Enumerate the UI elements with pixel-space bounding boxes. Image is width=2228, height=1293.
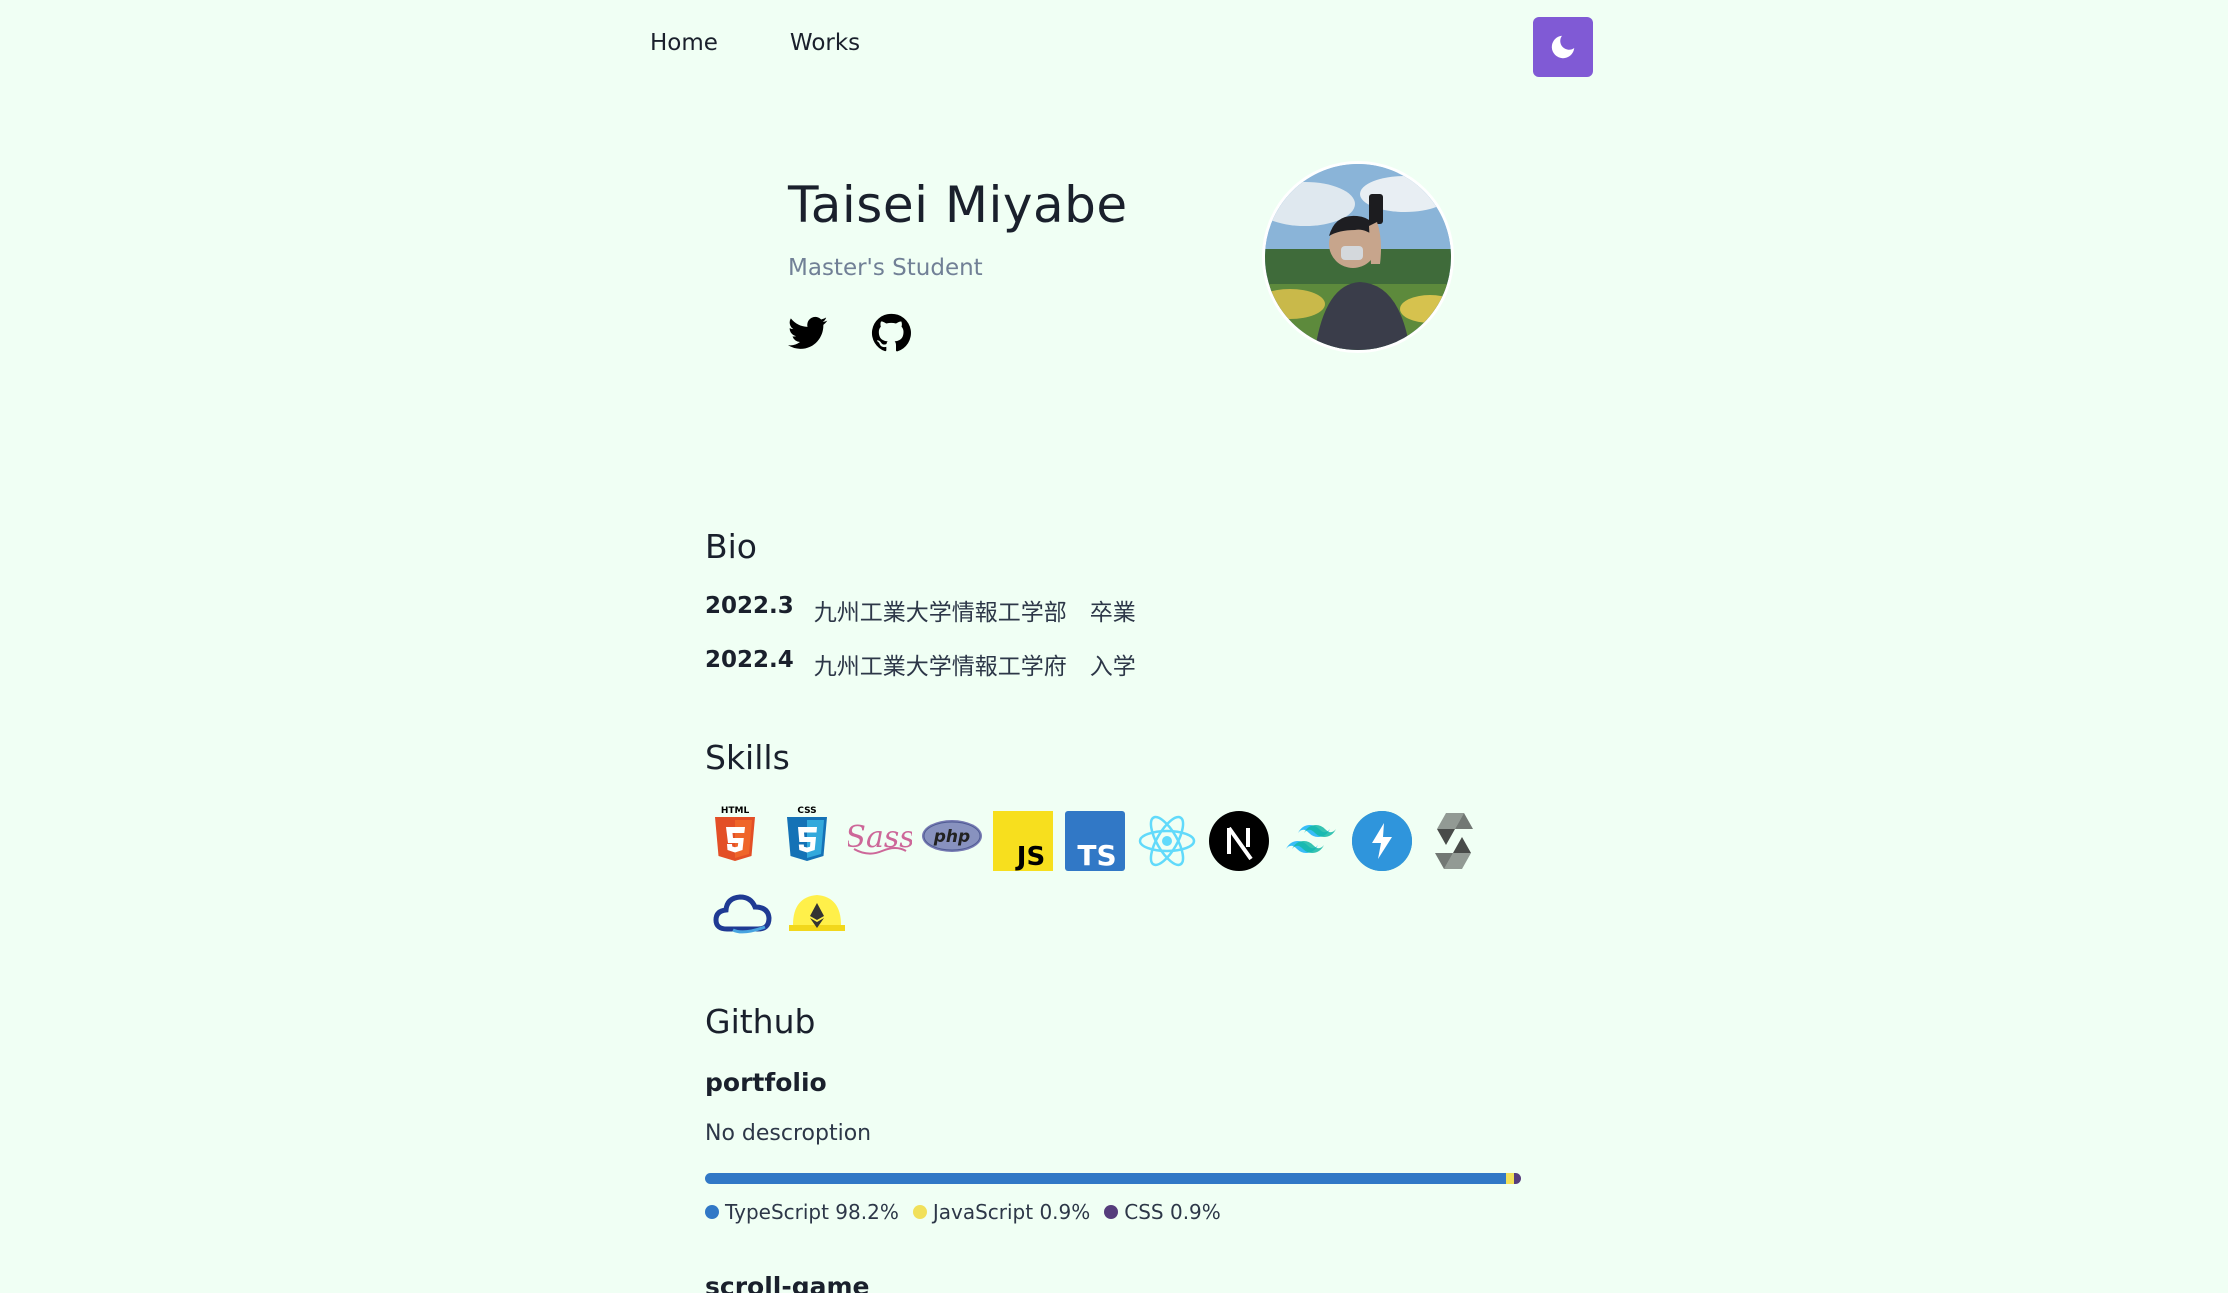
sass-icon: Sass bbox=[848, 820, 912, 855]
language-color-dot bbox=[912, 1205, 927, 1219]
language-color-dot bbox=[705, 1205, 719, 1219]
language-bar-segment bbox=[705, 1173, 1507, 1184]
chakra-icon bbox=[1352, 811, 1412, 871]
twitter-icon bbox=[788, 316, 828, 349]
language-legend-item: CSS 0.9% bbox=[1104, 1200, 1221, 1224]
language-bar bbox=[705, 1173, 1521, 1184]
repo-description: No descroption bbox=[705, 1121, 872, 1146]
css-label: CSS bbox=[797, 806, 816, 816]
profile-name: Taisei Miyabe bbox=[788, 176, 1128, 234]
social-links bbox=[788, 313, 911, 353]
profile-role: Master's Student bbox=[788, 255, 983, 281]
javascript-icon: JS bbox=[993, 811, 1053, 871]
bio-entry: 2022.3 九州工業大学情報工学部 卒業 bbox=[705, 593, 1136, 627]
page: Home Works Taisei Miyabe Master's Studen… bbox=[0, 0, 2228, 1293]
top-nav: Home Works bbox=[650, 30, 860, 56]
nav-works-link[interactable]: Works bbox=[790, 30, 860, 56]
nav-home-link[interactable]: Home bbox=[650, 30, 718, 56]
ts-label: TS bbox=[1077, 839, 1116, 871]
js-label: JS bbox=[1015, 842, 1045, 871]
bio-heading: Bio bbox=[705, 527, 757, 566]
github-icon bbox=[871, 313, 911, 352]
bio-text: 九州工業大学情報工学部 卒業 bbox=[813, 600, 1136, 626]
bio-text: 九州工業大学情報工学府 入学 bbox=[813, 654, 1136, 680]
cloud-icon bbox=[713, 894, 772, 934]
bio-entry: 2022.4 九州工業大学情報工学府 入学 bbox=[705, 647, 1136, 681]
language-bar-segment bbox=[1506, 1173, 1514, 1184]
html-label: HTML bbox=[721, 806, 750, 816]
react-icon bbox=[1138, 815, 1196, 867]
language-label: CSS 0.9% bbox=[1124, 1200, 1221, 1224]
language-color-dot bbox=[1104, 1205, 1119, 1219]
typescript-icon: TS bbox=[1065, 811, 1125, 871]
github-link[interactable] bbox=[871, 313, 911, 353]
css3-icon: CSS bbox=[787, 806, 827, 861]
hardhat-icon bbox=[789, 895, 845, 931]
repo-name[interactable]: portfolio bbox=[705, 1068, 827, 1097]
html5-icon: HTML bbox=[715, 806, 755, 861]
language-bar-segment bbox=[1513, 1173, 1521, 1184]
language-legend-item: TypeScript 98.2% bbox=[705, 1200, 899, 1224]
php-label: php bbox=[933, 827, 970, 847]
language-label: JavaScript 0.9% bbox=[932, 1200, 1091, 1224]
language-legend-item: JavaScript 0.9% bbox=[912, 1200, 1091, 1224]
tailwind-icon bbox=[1286, 825, 1336, 853]
solidity-icon bbox=[1435, 813, 1473, 869]
bio-year: 2022.4 bbox=[705, 647, 794, 673]
language-label: TypeScript 98.2% bbox=[725, 1200, 899, 1224]
nextjs-icon bbox=[1209, 811, 1269, 871]
language-legend: TypeScript 98.2% JavaScript 0.9% CSS 0.9% bbox=[705, 1200, 1221, 1224]
php-icon: php bbox=[922, 820, 982, 852]
avatar-photo bbox=[1265, 164, 1451, 350]
skills-heading: Skills bbox=[705, 738, 790, 777]
github-heading: Github bbox=[705, 1002, 816, 1041]
avatar bbox=[1262, 161, 1454, 353]
twitter-link[interactable] bbox=[788, 313, 828, 353]
bio-year: 2022.3 bbox=[705, 593, 794, 619]
repo-name[interactable]: scroll-game bbox=[705, 1272, 870, 1293]
theme-toggle-button[interactable] bbox=[1533, 17, 1593, 77]
moon-icon bbox=[1551, 35, 1575, 59]
